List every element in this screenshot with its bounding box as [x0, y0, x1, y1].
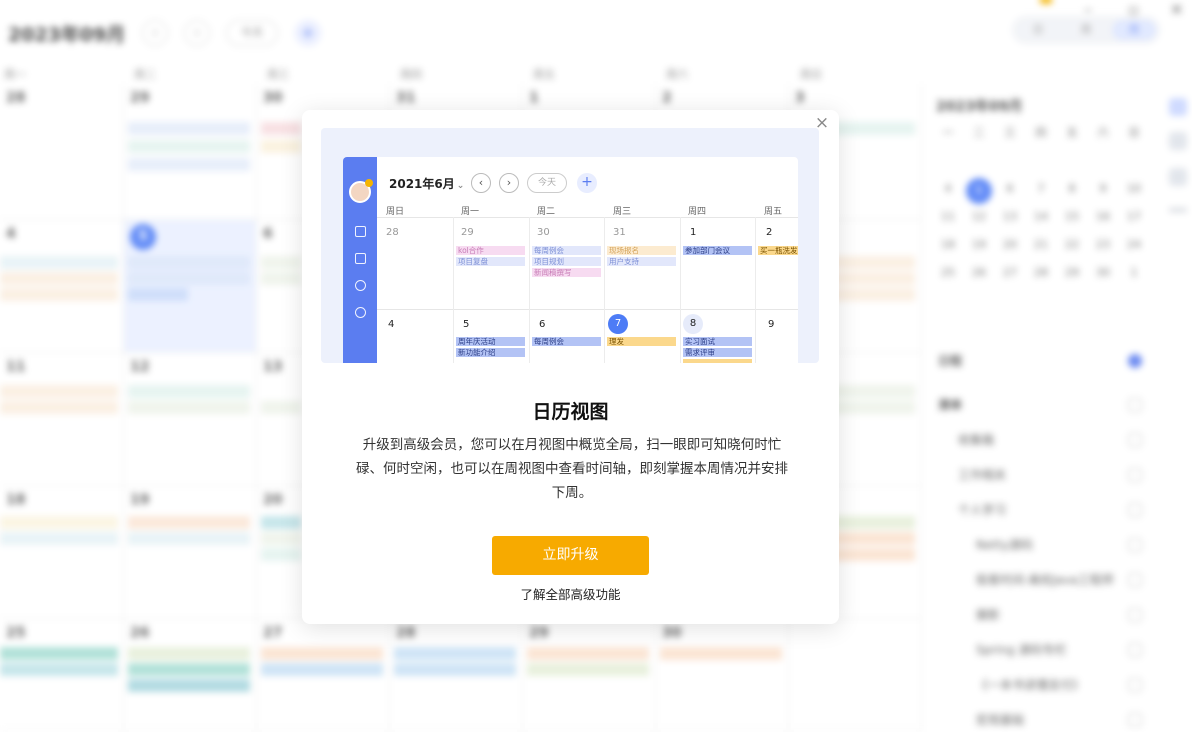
chevron-left-icon: ‹ — [471, 173, 491, 193]
avatar — [349, 179, 373, 203]
preview-weekday: 周四 — [688, 207, 707, 217]
preview-day: 29 — [461, 227, 474, 238]
preview-day: 6 — [539, 319, 546, 330]
app-root: 2023年09月 ‹ › 今天 + – ▫ ✕ 日 周 月 周一 周二 周三 周… — [0, 0, 1192, 732]
upgrade-modal: × 2021年6月 ⌄ ‹ › 今天 + 周日 周一 周二 周三 周四 周五 2… — [302, 110, 839, 624]
plus-icon: + — [577, 173, 597, 193]
search-icon — [355, 307, 366, 318]
preview-event: 每周例会 — [532, 246, 601, 255]
chevron-right-icon: › — [499, 173, 519, 193]
preview-month-title: 2021年6月 ⌄ — [389, 177, 465, 191]
preview-event: 每周例会 — [532, 337, 601, 346]
upgrade-button[interactable]: 立即升级 — [492, 536, 649, 575]
preview-event: 项目复盘 — [456, 257, 525, 266]
badge-icon — [365, 179, 373, 187]
preview-day: 4 — [388, 319, 395, 330]
learn-more-link[interactable]: 了解全部高级功能 — [302, 584, 839, 603]
location-icon — [355, 280, 366, 291]
preview-event: kol合作 — [456, 246, 525, 255]
modal-title: 日历视图 — [532, 401, 609, 423]
preview-event: 新闻稿撰写 — [532, 268, 601, 277]
preview-event: 周年庆活动 — [456, 337, 525, 346]
chevron-down-icon: ⌄ — [456, 181, 465, 191]
checkbox-icon — [355, 226, 366, 237]
preview-day-selected: 8 — [683, 314, 703, 334]
preview-day: 31 — [613, 227, 626, 238]
preview-event: 实习面试 — [683, 337, 752, 346]
preview-weekday: 周三 — [613, 207, 632, 217]
preview-event: 用户支持 — [607, 257, 676, 266]
preview-day: 30 — [537, 227, 550, 238]
preview-day: 28 — [386, 227, 399, 238]
preview-weekday: 周五 — [764, 207, 783, 217]
preview-weekday: 周二 — [537, 207, 556, 217]
preview-event: 买一瓶洗发水 — [758, 246, 798, 255]
preview-calendar: 2021年6月⌄ ‹ › 今天 + 周日 周一 周二 周三 周四 周五 28 — [343, 157, 798, 363]
preview-event: 需求评审 — [683, 348, 752, 357]
preview-day: 2 — [766, 227, 773, 238]
preview-day: 9 — [768, 319, 775, 330]
preview-event: 新功能介绍 — [456, 348, 525, 357]
preview-event: 参加部门会议 — [683, 246, 752, 255]
preview-day: 5 — [463, 319, 470, 330]
preview-weekday: 周一 — [461, 207, 480, 217]
feature-preview-image: 2021年6月⌄ ‹ › 今天 + 周日 周一 周二 周三 周四 周五 28 — [321, 128, 819, 363]
calendar-icon — [355, 253, 366, 264]
preview-event: 项目规划 — [532, 257, 601, 266]
preview-today-button: 今天 — [527, 173, 567, 193]
preview-today: 7 — [608, 314, 628, 334]
preview-weekday: 周日 — [386, 207, 405, 217]
preview-sidebar — [343, 157, 377, 363]
preview-day: 1 — [690, 227, 697, 238]
modal-description: 升级到高级会员，您可以在月视图中概览全局，扫一眼即可知晓何时忙碌、何时空闲，也可… — [356, 437, 788, 501]
preview-event: 理发 — [607, 337, 676, 346]
preview-event: 现场报名 — [607, 246, 676, 255]
preview-event — [683, 359, 752, 363]
